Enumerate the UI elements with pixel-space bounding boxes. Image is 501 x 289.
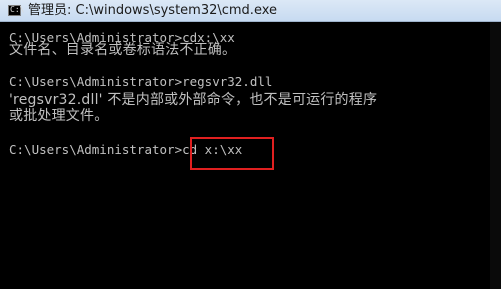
console-line-error: 文件名、目录名或卷标语法不正确。 [9, 42, 237, 58]
console-line-error: 或批处理文件。 [9, 108, 109, 124]
highlight-annotation-box [190, 137, 274, 170]
cmd-window: C:\ 管理员: C:\windows\system32\cmd.exe C:\… [0, 0, 501, 289]
console-line-error: 'regsvr32.dll' 不是内部或外部命令，也不是可运行的程序 [9, 92, 378, 108]
window-title: 管理员: C:\windows\system32\cmd.exe [28, 3, 277, 18]
title-bar[interactable]: C:\ 管理员: C:\windows\system32\cmd.exe [0, 0, 501, 22]
cmd-icon[interactable]: C:\ [8, 5, 25, 16]
console-output[interactable]: C:\Users\Administrator>cdx:\xx 文件名、目录名或卷… [0, 22, 490, 289]
scrollbar[interactable] [490, 22, 501, 289]
cmd-icon-glyph: C:\ [10, 5, 25, 14]
console-line-command: C:\Users\Administrator>regsvr32.dll [9, 74, 273, 89]
